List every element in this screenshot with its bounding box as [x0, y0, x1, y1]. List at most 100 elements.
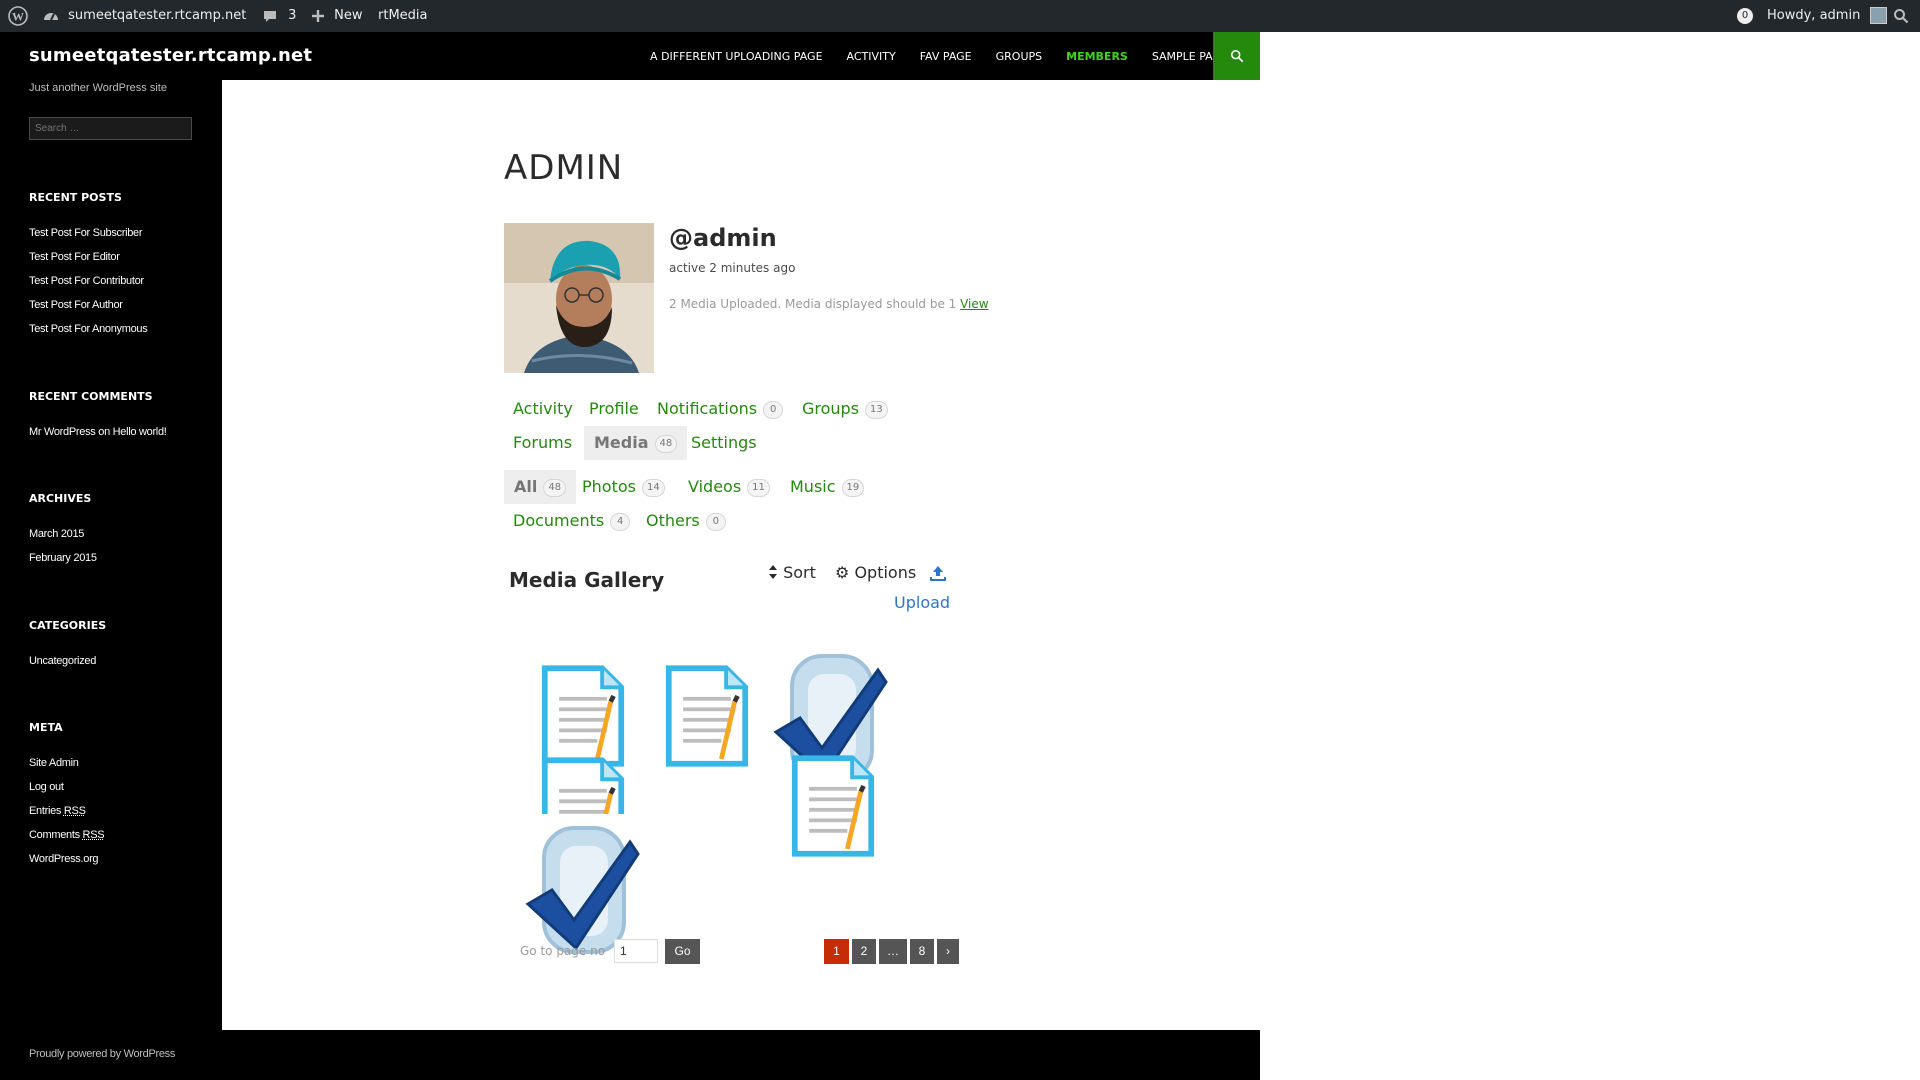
page-title: ADMIN [504, 148, 624, 188]
comments-link[interactable]: 3 [262, 0, 296, 32]
media-tab-photos[interactable]: Photos 14 [572, 470, 675, 504]
tab-groups[interactable]: Groups 13 [792, 392, 898, 426]
next-page-link[interactable]: › [937, 939, 959, 964]
page-link[interactable]: 2 [852, 939, 876, 964]
site-title[interactable]: sumeetqatester.rtcamp.net [29, 45, 312, 66]
rtmedia-menu[interactable]: rtMedia [378, 0, 428, 32]
sidebar-search-input[interactable] [29, 117, 192, 140]
nav-item-fav-page[interactable]: FAV PAGE [920, 50, 972, 63]
admin-avatar-icon [1870, 7, 1888, 24]
member-avatar[interactable] [504, 223, 654, 373]
tab-media[interactable]: Media 48 [584, 426, 688, 460]
nav-item-members[interactable]: MEMBERS [1066, 50, 1128, 63]
site-description: Just another WordPress site [29, 82, 167, 94]
my-account-link[interactable]: Howdy, admin [1767, 0, 1888, 32]
recent-comment-item: Mr WordPress on Hello world! [29, 425, 167, 449]
goto-page-input[interactable] [614, 939, 658, 963]
comment-on-text: on [98, 426, 110, 438]
entries-rss-link[interactable]: Entries RSS [29, 804, 104, 828]
tab-forums[interactable]: Forums [503, 426, 582, 460]
meta-list: Site Admin Log out Entries RSS Comments … [29, 756, 105, 876]
log-out-link[interactable]: Log out [29, 780, 104, 804]
howdy-label: Howdy, admin [1767, 8, 1861, 23]
sort-icon [769, 565, 777, 579]
primary-navigation: A DIFFERENT UPLOADING PAGE ACTIVITY FAV … [626, 32, 1228, 80]
media-item-document[interactable] [790, 750, 876, 862]
media-item-document[interactable] [540, 752, 626, 814]
comments-count: 3 [288, 8, 297, 23]
recent-post-link[interactable]: Test Post For Subscriber [29, 226, 147, 250]
svg-text:W: W [12, 9, 24, 23]
document-icon [664, 660, 750, 772]
media-tab-videos[interactable]: Videos 11 [678, 470, 780, 504]
tab-profile[interactable]: Profile [579, 392, 649, 426]
site-name-link[interactable]: sumeetqatester.rtcamp.net [42, 0, 246, 32]
recent-posts-list: Test Post For Subscriber Test Post For E… [29, 226, 148, 346]
tab-groups-label: Groups [802, 399, 860, 418]
sort-button[interactable]: Sort [768, 563, 816, 582]
upload-icon[interactable] [930, 565, 946, 586]
media-tab-documents-label: Documents [513, 511, 605, 530]
media-item-document[interactable] [664, 660, 750, 772]
media-tab-documents[interactable]: Documents 4 [503, 504, 640, 538]
media-tab-others-label: Others [646, 511, 700, 530]
nav-item-groups[interactable]: GROUPS [996, 50, 1043, 63]
media-note-text: 2 Media Uploaded. Media displayed should… [669, 297, 957, 311]
main-content [222, 80, 1260, 1030]
goto-page-label: Go to page no [520, 944, 606, 958]
document-icon [540, 752, 626, 814]
recent-post-link[interactable]: Test Post For Author [29, 298, 147, 322]
page-link[interactable]: 8 [910, 939, 934, 964]
options-button[interactable]: ⚙ Options [835, 563, 916, 582]
media-tab-videos-label: Videos [688, 477, 742, 496]
search-toggle-button[interactable] [1213, 32, 1260, 80]
gear-icon: ⚙ [835, 563, 850, 582]
recent-post-link[interactable]: Test Post For Editor [29, 250, 147, 274]
media-tab-music-label: Music [790, 477, 836, 496]
archive-link[interactable]: February 2015 [29, 551, 97, 575]
music-count-badge: 19 [841, 478, 865, 497]
page-margin [1260, 32, 1920, 1080]
media-tab-all[interactable]: All 48 [504, 470, 577, 504]
go-button[interactable]: Go [665, 939, 700, 964]
archive-link[interactable]: March 2015 [29, 527, 97, 551]
page-link-current[interactable]: 1 [824, 939, 849, 964]
notifications-count[interactable]: 0 [1737, 8, 1753, 24]
site-admin-link[interactable]: Site Admin [29, 756, 104, 780]
entries-label: Entries [29, 805, 62, 817]
media-tab-music[interactable]: Music 19 [780, 470, 874, 504]
adminbar-search-icon[interactable] [1893, 0, 1909, 32]
view-media-link[interactable]: View [960, 297, 988, 311]
comment-bubble-icon [264, 10, 276, 22]
category-link[interactable]: Uncategorized [29, 654, 96, 678]
upload-button[interactable]: Upload [894, 593, 950, 612]
wordpress-logo-icon[interactable]: W [8, 0, 28, 32]
nav-item-activity[interactable]: ACTIVITY [847, 50, 896, 63]
comment-author-link[interactable]: Mr WordPress [29, 426, 96, 438]
media-note: 2 Media Uploaded. Media displayed should… [669, 297, 989, 311]
media-count-badge: 48 [654, 434, 678, 453]
tab-notifications[interactable]: Notifications 0 [647, 392, 793, 426]
tab-settings[interactable]: Settings [681, 426, 767, 460]
comments-rss-link[interactable]: Comments RSS [29, 828, 105, 852]
archives-list: March 2015 February 2015 [29, 527, 97, 575]
categories-list: Uncategorized [29, 654, 96, 678]
media-tab-others[interactable]: Others 0 [636, 504, 736, 538]
recent-post-link[interactable]: Test Post For Contributor [29, 274, 147, 298]
comment-post-link[interactable]: Hello world! [113, 426, 167, 438]
nav-item-different-uploading-page[interactable]: A DIFFERENT UPLOADING PAGE [650, 50, 823, 63]
footer-credit[interactable]: Proudly powered by WordPress [29, 1048, 175, 1060]
archives-title: ARCHIVES [29, 492, 92, 505]
recent-post-link[interactable]: Test Post For Anonymous [29, 322, 148, 346]
tab-notifications-label: Notifications [657, 399, 758, 418]
new-content-link[interactable]: New [311, 0, 363, 32]
admin-bar: W sumeetqatester.rtcamp.net 3 New rtMedi… [0, 0, 1920, 32]
categories-title: CATEGORIES [29, 619, 107, 632]
tab-activity[interactable]: Activity [503, 392, 583, 426]
wordpress-org-link[interactable]: WordPress.org [29, 852, 104, 876]
document-icon [790, 750, 876, 862]
member-username: @admin [669, 224, 777, 252]
media-tab-all-label: All [514, 477, 538, 496]
dashboard-icon [44, 12, 58, 20]
page-ellipsis: … [879, 939, 907, 964]
